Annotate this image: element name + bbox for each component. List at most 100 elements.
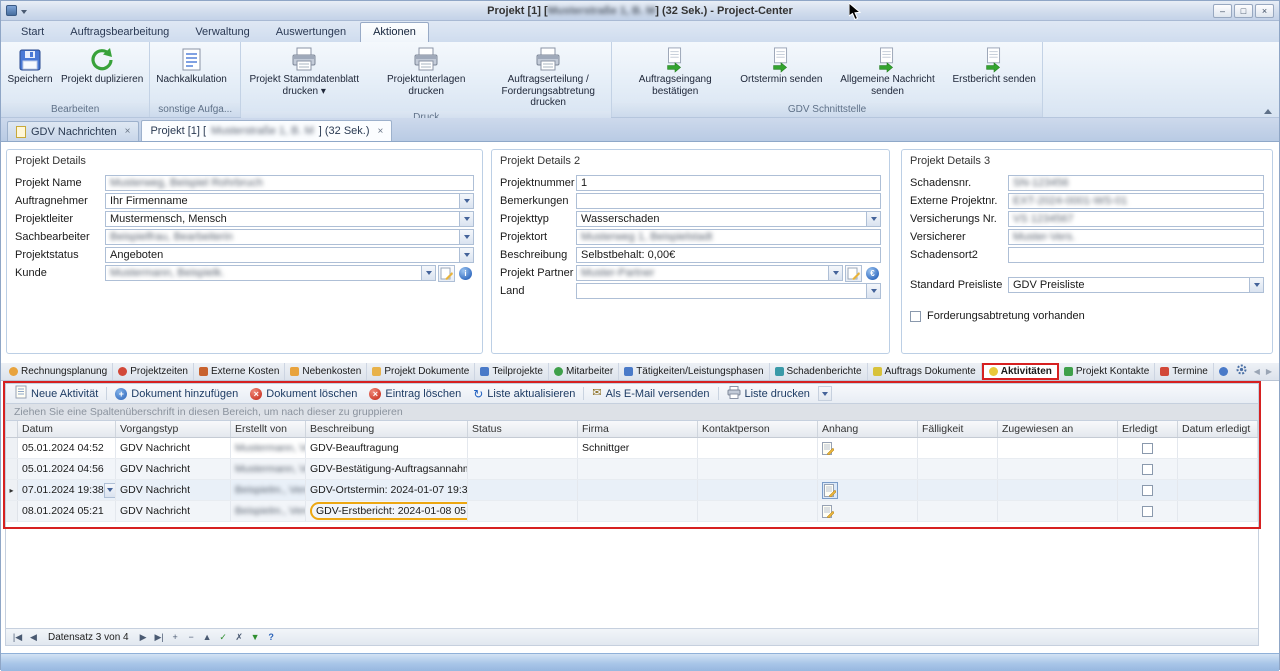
column-header-kontaktperson[interactable]: Kontaktperson [698, 421, 818, 437]
table-row-selected[interactable]: ▸ 07.01.2024 19:38 GDV Nachricht Beispie… [6, 480, 1258, 501]
projekt-partner-combo[interactable]: Muster-Partner [576, 265, 843, 281]
tab-termine[interactable]: Termine [1155, 363, 1214, 380]
delete-record-button[interactable]: − [186, 632, 197, 642]
schadensnr-input[interactable]: SN-123456 [1008, 175, 1264, 191]
nachkalkulation-button[interactable]: Nachkalkulation [153, 44, 230, 103]
column-header-datum[interactable]: Datum [18, 421, 116, 437]
toolbar-overflow-dropdown[interactable] [818, 386, 832, 401]
sachbearbeiter-combo[interactable]: Beispielfrau, Bearbeiterin [105, 229, 474, 245]
table-row[interactable]: 05.01.2024 04:52 GDV Nachricht Musterman… [6, 438, 1258, 459]
ribbon-tab-aktionen[interactable]: Aktionen [360, 22, 429, 42]
column-header-anhang[interactable]: Anhang [818, 421, 918, 437]
chevron-down-icon[interactable] [1249, 278, 1263, 292]
bemerkungen-input[interactable] [576, 193, 881, 209]
column-header-vorgangstyp[interactable]: Vorgangstyp [116, 421, 231, 437]
land-combo[interactable] [576, 283, 881, 299]
forderungsabtretung-checkbox[interactable] [910, 311, 921, 322]
column-header-zugewiesen-an[interactable]: Zugewiesen an [998, 421, 1118, 437]
tab-schadenberichte[interactable]: Schadenberichte [770, 363, 868, 380]
projekttyp-combo[interactable]: Wasserschaden [576, 211, 881, 227]
projektleiter-combo[interactable]: Mustermensch, Mensch [105, 211, 474, 227]
attachment-icon[interactable] [822, 442, 834, 455]
print-unterlagen-button[interactable]: Projektunterlagen drucken [366, 44, 486, 111]
send-email-button[interactable]: Als E-Mail versenden [586, 386, 715, 402]
tab-auftrags-dokumente[interactable]: Auftrags Dokumente [868, 363, 982, 380]
chevron-down-icon[interactable] [459, 194, 473, 208]
tab-mitarbeiter[interactable]: Mitarbeiter [549, 363, 619, 380]
groupby-bar[interactable]: Ziehen Sie eine Spaltenüberschrift in di… [5, 404, 1259, 421]
gear-icon[interactable] [1235, 363, 1248, 379]
partner-euro-icon[interactable] [864, 265, 881, 282]
auftragnehmer-combo[interactable]: Ihr Firmenname [105, 193, 474, 209]
auftragseingang-bestaetigen-button[interactable]: Auftragseingang bestätigen [615, 44, 735, 103]
attachment-icon[interactable] [822, 505, 834, 518]
tab-projekt-dokumente[interactable]: Projekt Dokumente [367, 363, 475, 380]
chevron-down-icon[interactable] [459, 230, 473, 244]
doc-tab-projekt[interactable]: Projekt [1] [ Musterstraße 1, B. M ] (32… [141, 120, 392, 141]
erledigt-checkbox[interactable] [1142, 506, 1153, 517]
ribbon-tab-verwaltung[interactable]: Verwaltung [183, 23, 261, 42]
table-row[interactable]: 05.01.2024 04:56 GDV Nachricht Musterman… [6, 459, 1258, 480]
scroll-right-icon[interactable]: ▶ [1266, 367, 1272, 376]
schadensort2-input[interactable] [1008, 247, 1264, 263]
edit-customer-button[interactable] [438, 265, 455, 282]
confirm-edit-button[interactable]: ✓ [218, 632, 229, 643]
new-activity-button[interactable]: Neue Aktivität [9, 383, 104, 404]
erstbericht-senden-button[interactable]: Erstbericht senden [949, 44, 1038, 103]
print-list-button[interactable]: Liste drucken [721, 384, 816, 404]
chevron-down-icon[interactable] [866, 284, 880, 298]
ribbon-tab-start[interactable]: Start [9, 23, 56, 42]
minimize-button[interactable]: – [1213, 4, 1232, 18]
ribbon-collapse-icon[interactable] [1264, 109, 1272, 114]
prev-record-button[interactable]: ◀ [28, 632, 39, 643]
filter-icon[interactable]: ▼ [250, 632, 261, 642]
kunde-combo[interactable]: Mustermann, Beispielk. [105, 265, 436, 281]
first-record-button[interactable]: |◀ [12, 632, 23, 643]
tab-externe-kosten[interactable]: Externe Kosten [194, 363, 285, 380]
chevron-down-icon[interactable] [421, 266, 435, 280]
column-header-faelligkeit[interactable]: Fälligkeit [918, 421, 998, 437]
edit-record-button[interactable]: ▲ [202, 632, 213, 642]
beschreibung-input[interactable]: Selbstbehalt: 0,00€ [576, 247, 881, 263]
tab-projektzeiten[interactable]: Projektzeiten [113, 363, 194, 380]
versicherer-input[interactable]: Muster-Vers. [1008, 229, 1264, 245]
chevron-down-icon[interactable] [459, 248, 473, 262]
ortstermin-senden-button[interactable]: Ortstermin senden [737, 44, 825, 103]
duplicate-project-button[interactable]: Projekt duplizieren [58, 44, 146, 103]
column-header-beschreibung[interactable]: Beschreibung [306, 421, 468, 437]
tab-teilprojekte[interactable]: Teilprojekte [475, 363, 549, 380]
chevron-down-icon[interactable] [21, 10, 27, 14]
column-header-firma[interactable]: Firma [578, 421, 698, 437]
cancel-edit-button[interactable]: ✗ [234, 632, 245, 643]
print-stammdatenblatt-button[interactable]: Projekt Stammdatenblatt drucken ▾ [244, 44, 364, 111]
delete-entry-button[interactable]: Eintrag löschen [363, 386, 467, 402]
print-auftragserteilung-button[interactable]: Auftragserteilung / Forderungsabtretung … [488, 44, 608, 111]
tab-taetigkeiten[interactable]: Tätigkeiten/Leistungsphasen [619, 363, 769, 380]
next-record-button[interactable]: ▶ [138, 632, 149, 643]
help-icon[interactable]: ? [266, 632, 277, 642]
attachment-icon[interactable] [822, 482, 838, 499]
column-header-erstellt-von[interactable]: Erstellt von [231, 421, 306, 437]
chevron-down-icon[interactable] [866, 212, 880, 226]
delete-document-button[interactable]: Dokument löschen [244, 386, 363, 402]
quick-access-toolbar[interactable] [6, 5, 27, 16]
allgemeine-nachricht-button[interactable]: Allgemeine Nachricht senden [827, 44, 947, 103]
erledigt-checkbox[interactable] [1142, 443, 1153, 454]
column-header-erledigt[interactable]: Erledigt [1118, 421, 1178, 437]
doc-tab-gdv-nachrichten[interactable]: GDV Nachrichten × [7, 121, 139, 141]
edit-partner-button[interactable] [845, 265, 862, 282]
projektort-input[interactable]: Musterweg 1, Beispielstadt [576, 229, 881, 245]
refresh-list-button[interactable]: Liste aktualisieren [467, 386, 581, 402]
tab-aktivitaeten[interactable]: Aktivitäten [982, 363, 1059, 380]
ribbon-tab-auftragsbearbeitung[interactable]: Auftragsbearbeitung [58, 23, 181, 42]
ribbon-tab-auswertungen[interactable]: Auswertungen [264, 23, 358, 42]
close-button[interactable]: × [1255, 4, 1274, 18]
add-record-button[interactable]: + [170, 632, 181, 642]
tab-rechnungsplanung[interactable]: Rechnungsplanung [4, 363, 113, 380]
versicherungsnr-input[interactable]: VS 1234567 [1008, 211, 1264, 227]
t ab-projekt-kontakte[interactable]: Projekt Kontakte [1059, 363, 1155, 380]
chevron-down-icon[interactable] [459, 212, 473, 226]
customer-info-icon[interactable] [457, 265, 474, 282]
scroll-left-icon[interactable]: ◀ [1254, 367, 1260, 376]
close-icon[interactable]: × [125, 126, 131, 137]
